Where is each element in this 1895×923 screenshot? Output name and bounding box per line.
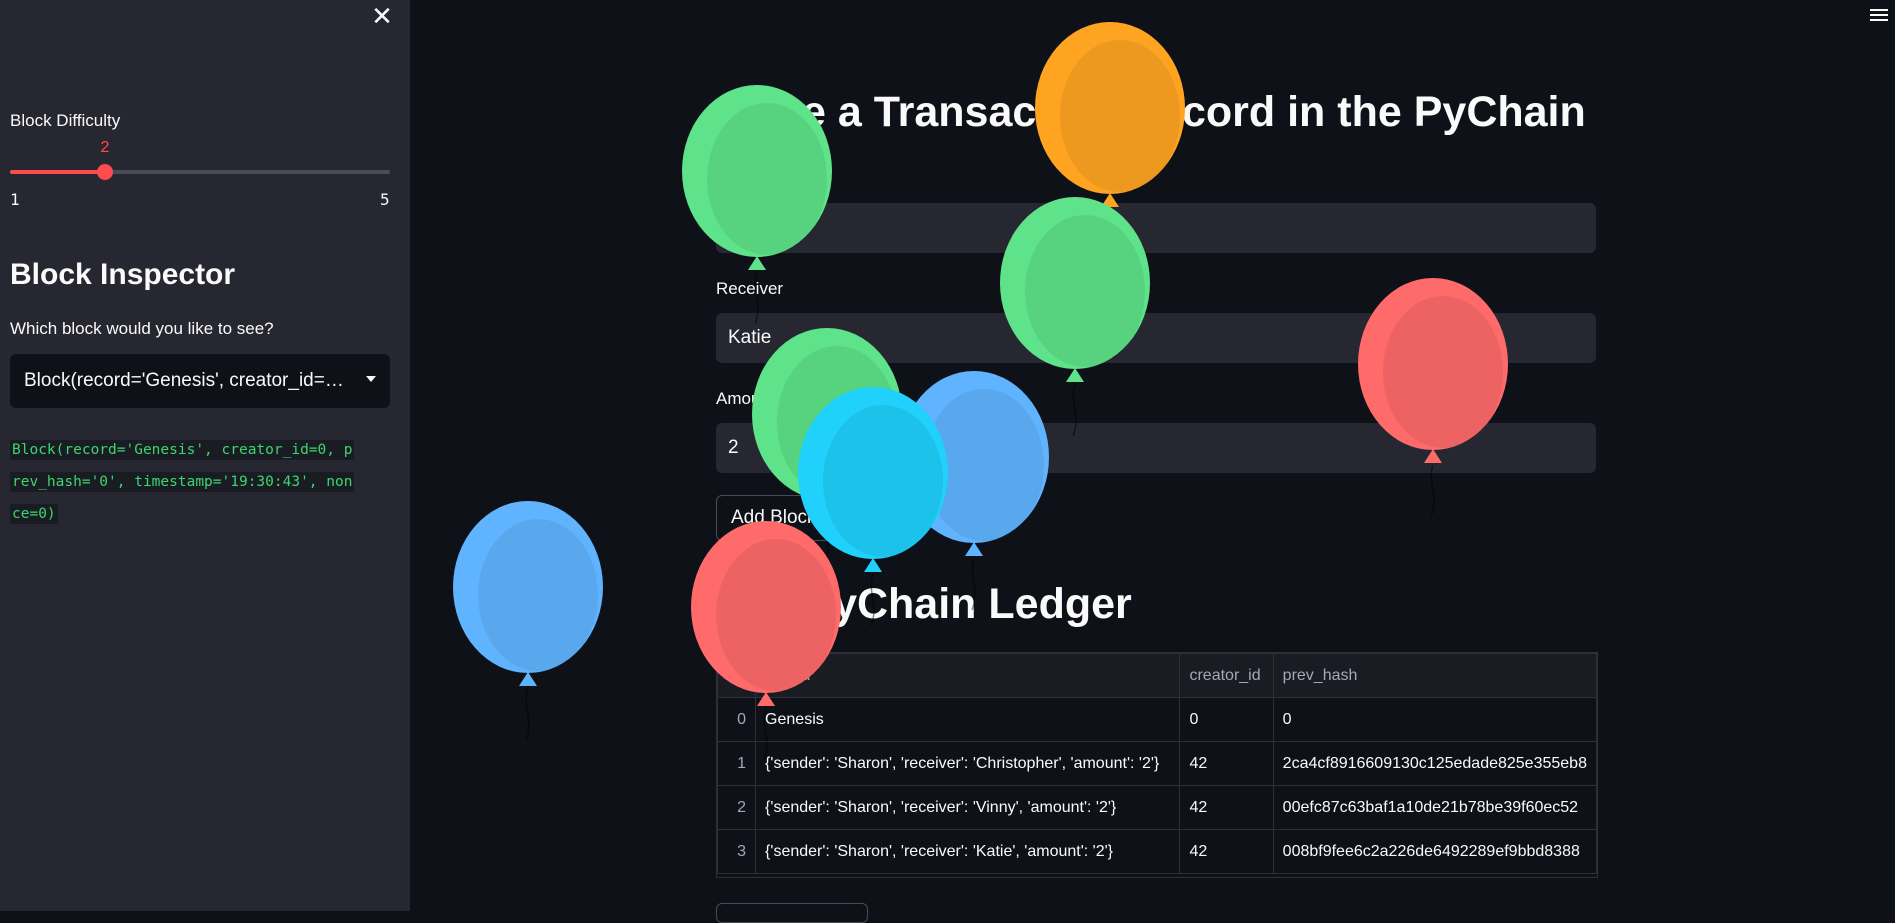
table-row: 3 {'sender': 'Sharon', 'receiver': 'Kati… [717, 829, 1597, 874]
balloon-icon [452, 500, 604, 741]
slider-current-value: 2 [100, 139, 110, 156]
prev-hash-cell: 00efc87c63baf1a10de21b78be39f60ec52 [1272, 785, 1597, 830]
creator-id-cell: 0 [1179, 697, 1274, 742]
slider-min-label: 1 [10, 190, 20, 209]
creator-id-cell: 42 [1179, 785, 1274, 830]
balloon-icon [681, 84, 833, 325]
prev-hash-cell: 2ca4cf8916609130c125edade825e355eb8 [1272, 741, 1597, 786]
creator-id-cell: 42 [1179, 741, 1274, 786]
slider-fill [10, 170, 105, 174]
block-difficulty-label: Block Difficulty [10, 111, 121, 130]
hamburger-menu-icon[interactable] [1870, 6, 1888, 22]
table-header-row: record creator_id prev_hash [717, 653, 1597, 698]
close-icon[interactable]: ✕ [370, 3, 394, 29]
block-difficulty-slider[interactable]: 2 [10, 139, 390, 180]
record-cell: {'sender': 'Sharon', 'receiver': 'Katie'… [755, 829, 1181, 874]
block-output-code: Block(record='Genesis', creator_id=0, pr… [10, 434, 360, 530]
creator-id-cell: 42 [1179, 829, 1274, 874]
row-index: 3 [717, 829, 757, 874]
block-output-text: Block(record='Genesis', creator_id=0, pr… [10, 440, 355, 524]
column-header-creator-id[interactable]: creator_id [1179, 653, 1274, 698]
ledger-table[interactable]: record creator_id prev_hash 0 Genesis 0 … [716, 652, 1598, 878]
sidebar: ✕ Block Difficulty 2 1 5 Block Inspector… [0, 0, 410, 911]
balloon-icon [690, 520, 842, 761]
block-select-value: Block(record='Genesis', creator_id=0, pr… [24, 370, 344, 391]
block-select-label: Which block would you like to see? [10, 319, 274, 338]
record-cell: {'sender': 'Sharon', 'receiver': 'Vinny'… [755, 785, 1181, 830]
slider-max-label: 5 [380, 190, 390, 209]
block-inspector-heading: Block Inspector [10, 258, 236, 291]
download-button-partial[interactable] [716, 903, 868, 923]
table-row: 0 Genesis 0 0 [717, 697, 1597, 742]
prev-hash-cell: 008bf9fee6c2a226de6492289ef9bbd8388 [1272, 829, 1597, 874]
row-index: 2 [717, 785, 757, 830]
table-row: 1 {'sender': 'Sharon', 'receiver': 'Chri… [717, 741, 1597, 786]
slider-thumb[interactable] [97, 164, 113, 180]
chevron-down-icon [366, 376, 376, 382]
column-header-prev-hash[interactable]: prev_hash [1272, 653, 1597, 698]
table-row: 2 {'sender': 'Sharon', 'receiver': 'Vinn… [717, 785, 1597, 830]
balloon-icon [1357, 277, 1509, 518]
block-select[interactable]: Block(record='Genesis', creator_id=0, pr… [10, 354, 390, 408]
prev-hash-cell: 0 [1272, 697, 1597, 742]
